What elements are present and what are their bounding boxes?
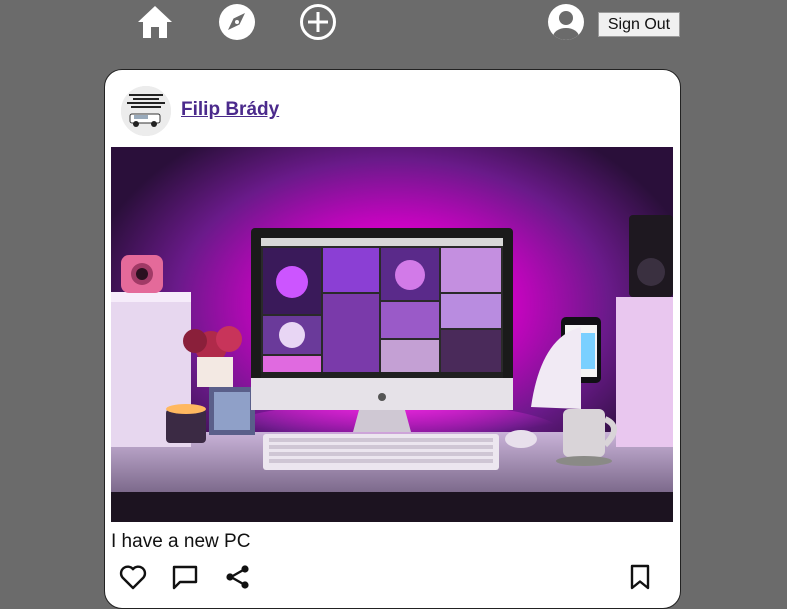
- bookmark-icon[interactable]: [626, 564, 654, 590]
- comment-icon[interactable]: [171, 564, 199, 590]
- author-avatar[interactable]: [121, 86, 171, 136]
- sign-out-button[interactable]: Sign Out: [598, 12, 680, 37]
- user-avatar-icon[interactable]: [547, 3, 585, 41]
- post-photo: [111, 147, 673, 522]
- add-circle-icon[interactable]: [299, 3, 337, 41]
- author-name-link[interactable]: Filip Brády: [181, 99, 279, 121]
- share-icon[interactable]: [224, 564, 252, 590]
- post-caption: I have a new PC: [111, 531, 251, 552]
- compass-icon[interactable]: [218, 3, 256, 41]
- car-ad-icon: [121, 86, 171, 136]
- home-icon[interactable]: [136, 4, 174, 40]
- heart-icon[interactable]: [119, 564, 147, 590]
- post-card: Filip Brády I have a new PC: [104, 69, 681, 609]
